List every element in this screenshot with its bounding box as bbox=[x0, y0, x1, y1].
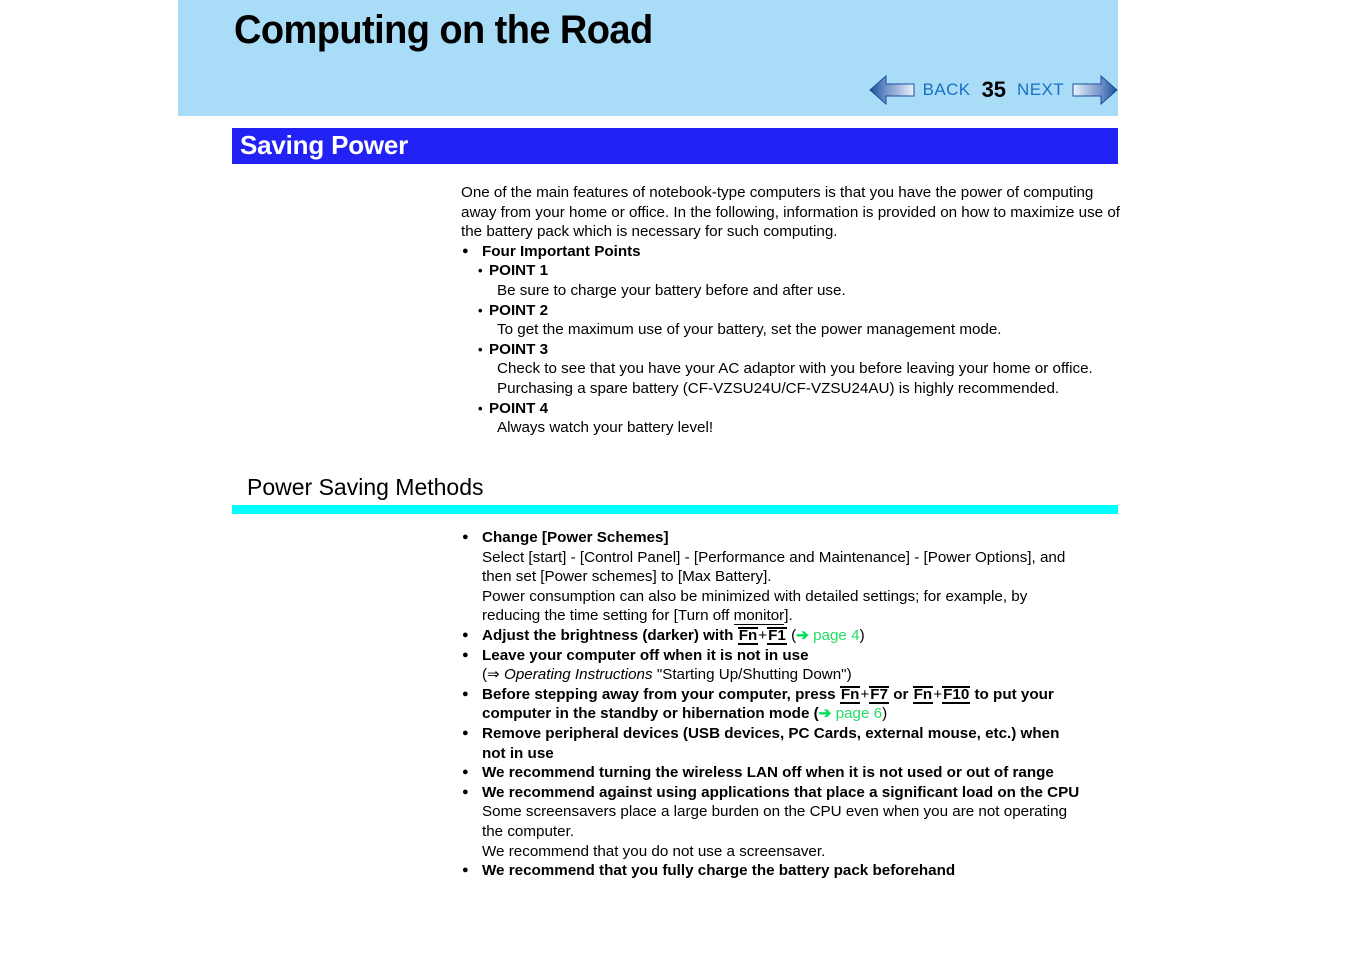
link-close-paren: ) bbox=[859, 626, 865, 644]
four-important-points-heading: Four Important Points bbox=[461, 241, 1121, 262]
method-3-reference: (⇒ Operating Instructions "Starting Up/S… bbox=[461, 665, 1121, 685]
point-3-text: Check to see that you have your AC adapt… bbox=[497, 360, 1093, 378]
point-4-label: POINT 4 bbox=[461, 399, 1121, 419]
method-7-line-2: the computer. bbox=[482, 822, 575, 840]
key-f1: F1 bbox=[767, 626, 787, 645]
method-fully-charge-battery: We recommend that you fully charge the b… bbox=[461, 860, 1121, 881]
method-leave-computer-off: Leave your computer off when it is not i… bbox=[461, 645, 1121, 666]
key-plus: + bbox=[758, 626, 768, 644]
page-number: 35 bbox=[981, 77, 1007, 102]
point-1-text: Be sure to charge your battery before an… bbox=[497, 281, 846, 299]
method-7-line-3: We recommend that you do not use a scree… bbox=[482, 842, 826, 860]
operating-instructions-title: Operating Instructions bbox=[504, 666, 653, 684]
method-1-line-2: then set [Power schemes] to [Max Battery… bbox=[482, 568, 772, 586]
methods-content: Change [Power Schemes] Select [start] - … bbox=[461, 527, 1121, 881]
point-3-text-2: Purchasing a spare battery (CF-VZSU24U/C… bbox=[497, 379, 1060, 397]
point-3-label: POINT 3 bbox=[461, 340, 1121, 360]
method-remove-peripherals-line-1: Remove peripheral devices (USB devices, … bbox=[461, 723, 1121, 744]
power-saving-methods-subsection: Power Saving Methods bbox=[232, 473, 1118, 514]
link-close-paren-2: ) bbox=[882, 705, 888, 723]
subsection-rule bbox=[232, 505, 1118, 514]
standby-text-post: to put your bbox=[970, 685, 1054, 703]
page-title: Computing on the Road bbox=[234, 8, 653, 52]
reference-prefix: (⇒ bbox=[482, 666, 505, 684]
method-1-line-4-pre: reducing the time setting for [Turn off bbox=[482, 607, 734, 625]
page-link-arrow-icon: ➔ bbox=[796, 626, 809, 644]
next-label[interactable]: NEXT bbox=[1017, 80, 1064, 100]
method-7-line-1: Some screensavers place a large burden o… bbox=[482, 803, 1068, 821]
back-label[interactable]: BACK bbox=[923, 80, 971, 100]
key-fn-3: Fn bbox=[912, 685, 934, 704]
method-1-line-4: reducing the time setting for [Turn off … bbox=[461, 606, 1121, 626]
key-plus-2: + bbox=[860, 685, 870, 703]
turn-off-monitor-key: monitor bbox=[733, 607, 785, 626]
standby-text-pre: Before stepping away from your computer,… bbox=[482, 685, 840, 703]
key-fn-2: Fn bbox=[839, 685, 861, 704]
point-1-label: POINT 1 bbox=[461, 261, 1121, 281]
next-arrow-icon[interactable] bbox=[1072, 73, 1118, 107]
page-navigation: BACK 35 NEXT bbox=[868, 70, 1118, 110]
method-4-line-2: computer in the standby or hibernation m… bbox=[461, 704, 1121, 724]
section-title: Saving Power bbox=[240, 130, 409, 160]
subsection-title: Power Saving Methods bbox=[247, 474, 484, 500]
back-arrow-icon[interactable] bbox=[868, 73, 915, 107]
section-banner: Saving Power bbox=[232, 128, 1118, 164]
method-cpu-load-heading: We recommend against using applications … bbox=[461, 782, 1121, 803]
method-remove-peripherals-line-2: not in use bbox=[482, 744, 554, 762]
method-wireless-lan-off: We recommend turning the wireless LAN of… bbox=[461, 762, 1121, 783]
key-fn: Fn bbox=[737, 626, 759, 645]
method-1-line-1: Select [start] - [Control Panel] - [Perf… bbox=[482, 548, 1066, 566]
method-change-power-schemes-heading: Change [Power Schemes] bbox=[461, 527, 1121, 548]
key-plus-3: + bbox=[933, 685, 943, 703]
intro-paragraph: One of the main features of notebook-typ… bbox=[461, 184, 1121, 241]
intro-content: One of the main features of notebook-typ… bbox=[461, 183, 1121, 438]
key-f7: F7 bbox=[869, 685, 890, 704]
point-2-text: To get the maximum use of your battery, … bbox=[497, 321, 1002, 339]
standby-text-mid: or bbox=[889, 685, 913, 703]
page-link-arrow-icon-2: ➔ bbox=[818, 705, 832, 723]
standby-line-2-pre: computer in the standby or hibernation m… bbox=[482, 705, 819, 723]
point-2-label: POINT 2 bbox=[461, 301, 1121, 321]
method-1-line-3: Power consumption can also be minimized … bbox=[482, 587, 1028, 605]
page-4-link[interactable]: page 4 bbox=[809, 627, 859, 644]
key-f10: F10 bbox=[942, 685, 971, 704]
method-1-line-4-post: ]. bbox=[784, 607, 793, 625]
point-4-text: Always watch your battery level! bbox=[497, 419, 714, 437]
link-open-paren: ( bbox=[786, 626, 797, 644]
method-adjust-brightness: Adjust the brightness (darker) with Fn+F… bbox=[461, 625, 1121, 646]
page-6-link[interactable]: page 6 bbox=[831, 705, 882, 722]
adjust-brightness-text: Adjust the brightness (darker) with bbox=[482, 626, 738, 644]
method-standby-hibernation: Before stepping away from your computer,… bbox=[461, 684, 1121, 705]
page-header-band: Computing on the Road BACK 35 NEXT bbox=[178, 0, 1118, 116]
left-arrow-icon bbox=[868, 74, 915, 106]
right-arrow-icon bbox=[1072, 74, 1118, 106]
reference-suffix: "Starting Up/Shutting Down") bbox=[652, 666, 852, 684]
